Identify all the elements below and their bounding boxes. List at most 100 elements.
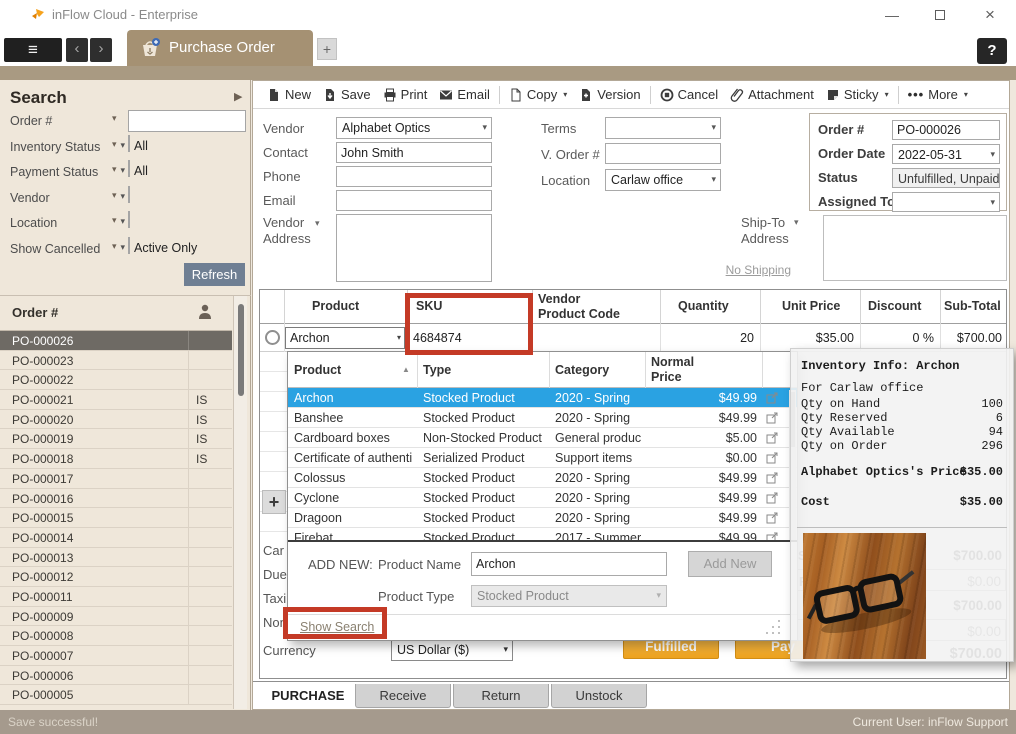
tab-receive[interactable]: Receive	[355, 684, 451, 708]
chevron-down-icon[interactable]: ▾	[112, 164, 117, 175]
new-tab-button[interactable]: +	[317, 38, 337, 60]
chevron-down-icon[interactable]: ▾	[885, 90, 889, 99]
order-list-row[interactable]: PO-000007	[0, 646, 232, 666]
tab-purchase-order[interactable]: Purchase Order	[127, 30, 313, 66]
external-link-icon[interactable]	[766, 532, 778, 542]
quantity-cell[interactable]: 20	[660, 331, 754, 345]
email-button[interactable]: Email	[433, 83, 496, 107]
show-cancelled-select[interactable]: Active Only▾	[128, 237, 130, 254]
order-list-row[interactable]: PO-000008	[0, 626, 232, 646]
product-name-input[interactable]	[471, 552, 667, 576]
help-button[interactable]: ?	[977, 38, 1007, 64]
order-number-input[interactable]	[892, 120, 1000, 140]
copy-button[interactable]: Copy ▾	[503, 83, 573, 107]
discount-cell[interactable]: 0 %	[860, 331, 934, 345]
order-list-row[interactable]: PO-000014	[0, 528, 232, 548]
print-button[interactable]: Print	[377, 83, 434, 107]
order-list-row[interactable]: PO-000013	[0, 548, 232, 568]
new-button[interactable]: New	[261, 83, 317, 107]
order-date-picker[interactable]: 2022-05-31▾	[892, 144, 1000, 164]
chevron-down-icon[interactable]: ▾	[112, 241, 117, 252]
back-button[interactable]: ‹	[66, 38, 88, 62]
order-list-row[interactable]: PO-000006	[0, 666, 232, 686]
add-new-button[interactable]: Add New	[688, 551, 772, 577]
forward-button[interactable]: ›	[90, 38, 112, 62]
product-picker-row[interactable]: ArchonStocked Product2020 - Spring$49.99	[288, 388, 797, 408]
order-list-row[interactable]: PO-000018IS	[0, 449, 232, 469]
tab-purchase[interactable]: PURCHASE	[263, 684, 353, 708]
product-picker-row[interactable]: FirebatStocked Product2017 - Summer$49.9…	[288, 528, 797, 542]
menu-button[interactable]: ≡	[4, 38, 62, 62]
order-number-input[interactable]	[128, 110, 246, 132]
external-link-icon[interactable]	[766, 472, 778, 484]
ship-to-address-textarea[interactable]	[823, 215, 1007, 281]
order-list-row[interactable]: PO-000026	[0, 331, 232, 351]
cancel-button[interactable]: Cancel	[654, 83, 724, 107]
order-list-row[interactable]: PO-000005	[0, 685, 232, 705]
order-list-row[interactable]: PO-000015	[0, 508, 232, 528]
tab-return[interactable]: Return	[453, 684, 549, 708]
resize-grip[interactable]	[764, 618, 784, 638]
order-list-header[interactable]: Order #	[0, 296, 232, 331]
picker-col-category[interactable]: Category	[555, 363, 609, 377]
refresh-button[interactable]: Refresh	[184, 263, 245, 286]
version-button[interactable]: Version	[573, 83, 646, 107]
vendor-order-input[interactable]	[605, 143, 721, 164]
chevron-down-icon[interactable]: ▾	[315, 218, 320, 229]
chevron-down-icon[interactable]: ▾	[794, 217, 799, 228]
collapse-panel-icon[interactable]: ▶	[234, 90, 242, 103]
scrollbar-thumb[interactable]	[238, 304, 244, 396]
product-picker-row[interactable]: CycloneStocked Product2020 - Spring$49.9…	[288, 488, 797, 508]
phone-input[interactable]	[336, 166, 492, 187]
picker-col-product[interactable]: Product	[294, 363, 341, 377]
product-picker-row[interactable]: DragoonStocked Product2020 - Spring$49.9…	[288, 508, 797, 528]
order-list-row[interactable]: PO-000021IS	[0, 390, 232, 410]
vendor-select[interactable]: ▾	[128, 186, 130, 203]
product-picker-row[interactable]: BansheeStocked Product2020 - Spring$49.9…	[288, 408, 797, 428]
order-list-row[interactable]: PO-000019IS	[0, 429, 232, 449]
product-picker-row[interactable]: ColossusStocked Product2020 - Spring$49.…	[288, 468, 797, 488]
assigned-to-combobox[interactable]: ▾	[892, 192, 1000, 212]
order-list-row[interactable]: PO-000022	[0, 370, 232, 390]
maximize-button[interactable]	[916, 0, 964, 30]
picker-col-type[interactable]: Type	[423, 363, 451, 377]
external-link-icon[interactable]	[766, 452, 778, 464]
attachment-button[interactable]: Attachment	[724, 83, 820, 107]
order-list-row[interactable]: PO-000016	[0, 489, 232, 509]
chevron-down-icon[interactable]: ▾	[563, 90, 567, 99]
sticky-button[interactable]: Sticky ▾	[820, 83, 895, 107]
chevron-down-icon[interactable]: ▾	[112, 215, 117, 226]
payment-status-select[interactable]: All▾	[128, 160, 130, 177]
product-type-combobox[interactable]: Stocked Product▾	[471, 585, 667, 607]
order-list-row[interactable]: PO-000012	[0, 567, 232, 587]
add-line-button[interactable]: +	[262, 490, 286, 514]
inventory-status-select[interactable]: All▾	[128, 135, 130, 152]
currency-combobox[interactable]: US Dollar ($)▾	[391, 639, 513, 661]
more-button[interactable]: ••• More ▾	[902, 83, 974, 107]
location-select[interactable]: ▾	[128, 211, 130, 228]
close-button[interactable]: ×	[964, 0, 1016, 30]
terms-combobox[interactable]: ▾	[605, 117, 721, 139]
chevron-down-icon[interactable]: ▾	[112, 190, 117, 201]
contact-input[interactable]	[336, 142, 492, 163]
minimize-button[interactable]: —	[868, 0, 916, 30]
order-list-row[interactable]: PO-000011	[0, 587, 232, 607]
vendor-address-textarea[interactable]	[336, 214, 492, 282]
subtotal-cell[interactable]: $700.00	[932, 331, 1002, 345]
order-list-row[interactable]: PO-000023	[0, 351, 232, 371]
location-combobox[interactable]: Carlaw office▾	[605, 169, 721, 191]
save-button[interactable]: Save	[317, 83, 377, 107]
order-list-row[interactable]: PO-000009	[0, 607, 232, 627]
chevron-down-icon[interactable]: ▾	[112, 113, 117, 124]
external-link-icon[interactable]	[766, 432, 778, 444]
product-picker-row[interactable]: Cardboard boxesNon-Stocked ProductGenera…	[288, 428, 797, 448]
picker-col-price[interactable]: Normal Price	[651, 355, 703, 385]
tab-unstock[interactable]: Unstock	[551, 684, 647, 708]
email-input[interactable]	[336, 190, 492, 211]
no-shipping-link[interactable]: No Shipping	[723, 263, 791, 277]
product-picker-row[interactable]: Certificate of authenticitySerialized Pr…	[288, 448, 797, 468]
external-link-icon[interactable]	[766, 492, 778, 504]
chevron-down-icon[interactable]: ▾	[112, 139, 117, 150]
row-radio[interactable]	[265, 330, 280, 345]
external-link-icon[interactable]	[766, 412, 778, 424]
